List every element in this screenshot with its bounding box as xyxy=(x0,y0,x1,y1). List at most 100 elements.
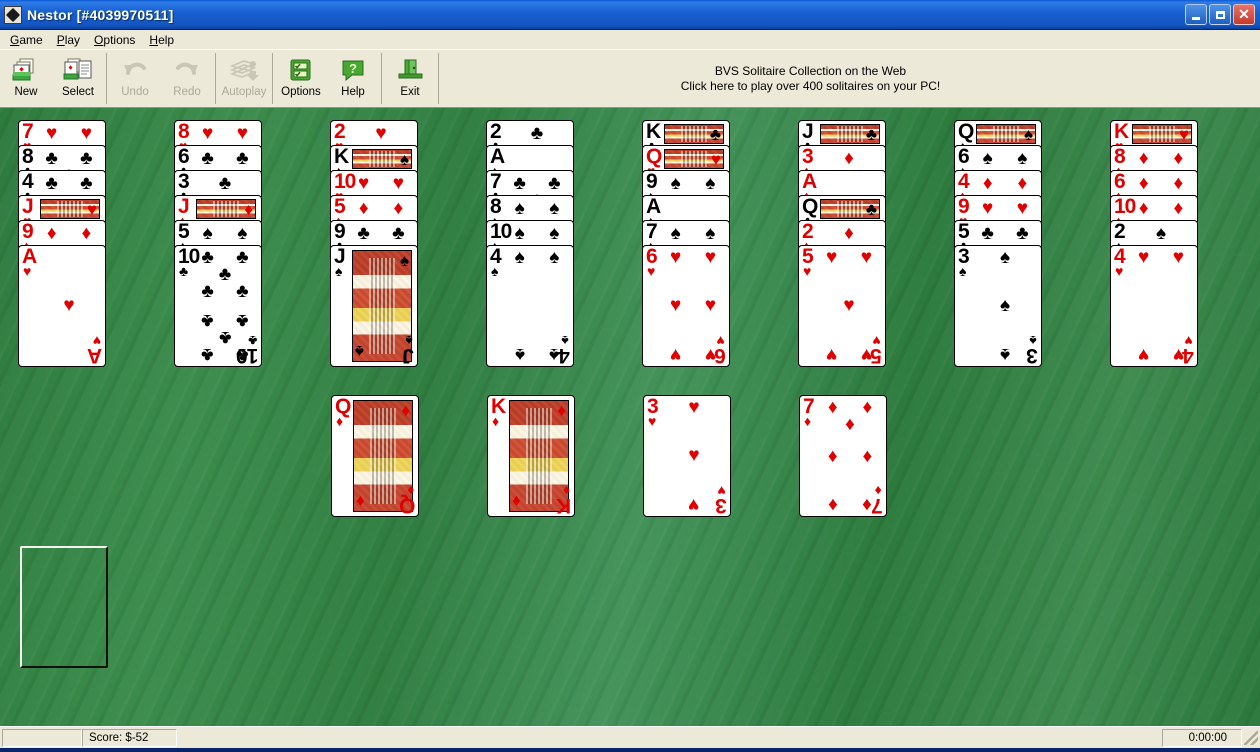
tableau-card-c8-p2[interactable]: 8♦♦♦♦ xyxy=(1110,145,1198,172)
tableau-card-c4-p1[interactable]: 2 ♣ ♣ xyxy=(486,120,574,147)
tableau-card-c2-p3[interactable]: 3 ♣ ♣ xyxy=(174,170,262,197)
tableau-card-c6-p3[interactable]: A ♦ xyxy=(798,170,886,197)
tableau-card-c1-p1[interactable]: 7♥♥♥♥ xyxy=(18,120,106,147)
card-corner-index-bottom: 5 ♥ xyxy=(871,333,882,366)
tableau-card-c3-p4[interactable]: 5 ♦ ♦ ♦ xyxy=(330,195,418,222)
free-card-3[interactable]: 3 ♥ ♥ ♥ ♥ 3 ♥ xyxy=(643,395,731,517)
tableau-card-c8-p6[interactable]: 4 ♥ ♥ ♥ ♥ ♥ 4 ♥ xyxy=(1110,245,1198,367)
minimize-button[interactable] xyxy=(1185,4,1207,25)
card-corner-index: 8 ♣ xyxy=(22,146,34,171)
tableau-card-c5-p4[interactable]: A ♠ xyxy=(642,195,730,222)
tableau-card-c8-p1[interactable]: K ♥ ♥ xyxy=(1110,120,1198,147)
toolbar-help-button[interactable]: ? Help xyxy=(327,50,379,107)
card-pips: ♠♠♠ xyxy=(511,199,563,221)
card-pip-clubs: ♣ xyxy=(236,247,249,268)
card-corner-index: 2 ♠ xyxy=(1114,221,1126,246)
card-corner-index: K ♣ xyxy=(646,121,661,146)
tableau-card-c7-p5[interactable]: 5 ♣ ♣ ♣ xyxy=(954,220,1042,247)
tableau-card-c6-p4[interactable]: Q ♣ ♣ xyxy=(798,195,886,222)
card-corner-index: 3 ♣ xyxy=(178,171,190,196)
court-card-artwork: ♣ xyxy=(664,124,724,144)
tableau-card-c6-p1[interactable]: J ♣ ♣ xyxy=(798,120,886,147)
free-card-2[interactable]: K ♦ ♦ ♦ K ♦ xyxy=(487,395,575,517)
tableau-card-c7-p4[interactable]: 9 ♥ ♥ ♥ xyxy=(954,195,1042,222)
tableau-card-c5-p1[interactable]: K ♣ ♣ xyxy=(642,120,730,147)
card-pip-diamonds: ♦ xyxy=(393,198,404,219)
card-pip-hearts: ♥ xyxy=(688,445,700,467)
toolbar-exit-button[interactable]: Exit xyxy=(384,50,436,107)
tableau-card-c5-p2[interactable]: Q ♥ ♥ xyxy=(642,145,730,172)
tableau-card-c1-p5[interactable]: 9 ♦ ♦ ♦ xyxy=(18,220,106,247)
toolbar-redo-button[interactable]: Redo xyxy=(161,50,213,107)
tableau-card-c6-p5[interactable]: 2 ♦ ♦ xyxy=(798,220,886,247)
card-corner-index: K ♥ xyxy=(1114,121,1129,146)
tableau-card-c8-p3[interactable]: 6 ♦ ♦ ♦ xyxy=(1110,170,1198,197)
tableau-card-c1-p3[interactable]: 4 ♣ ♣ ♣ xyxy=(18,170,106,197)
tableau-card-c4-p4[interactable]: 8♠♠♠♠ xyxy=(486,195,574,222)
card-pips xyxy=(667,200,719,221)
menu-play[interactable]: Play xyxy=(51,32,88,48)
web-promo-link[interactable]: BVS Solitaire Collection on the Web Clic… xyxy=(441,50,1260,107)
menu-help[interactable]: Help xyxy=(143,32,182,48)
tableau-card-c7-p6[interactable]: 3 ♠ ♠ ♠ ♠ 3 ♠ xyxy=(954,245,1042,367)
card-corner-index: 6 ♣ xyxy=(178,146,190,171)
toolbar-select-button[interactable]: Select xyxy=(52,50,104,107)
tableau-card-c7-p1[interactable]: Q ♠ ♠ xyxy=(954,120,1042,147)
toolbar-help-label: Help xyxy=(341,86,365,98)
tableau-card-c1-p6[interactable]: A ♥ ♥ A ♥ xyxy=(18,245,106,367)
tableau-card-c2-p6[interactable]: 10 ♣ ♣ ♣ ♣ ♣ ♣ ♣ ♣ ♣ ♣ ♣ 10 ♣ xyxy=(174,245,262,367)
card-corner-index-bottom: 4 ♠ xyxy=(559,333,570,366)
menu-game[interactable]: Game xyxy=(4,32,51,48)
tableau-card-c3-p3[interactable]: 10♥♥♥♥ xyxy=(330,170,418,197)
tableau-card-c3-p5[interactable]: 9 ♣ ♣ ♣ xyxy=(330,220,418,247)
menu-options[interactable]: Options xyxy=(88,32,143,48)
card-corner-index: A ♠ xyxy=(490,146,505,171)
tableau-card-c3-p2[interactable]: K ♠ ♠ xyxy=(330,145,418,172)
card-pips: ♦ ♦ xyxy=(43,223,95,246)
tableau-card-c1-p4[interactable]: J ♥ ♥ xyxy=(18,195,106,222)
tableau-card-c4-p3[interactable]: 7♣♣♣♣ xyxy=(486,170,574,197)
card-suit-icon: ♥ xyxy=(1178,125,1189,144)
card-pip-clubs: ♣ xyxy=(530,123,544,144)
tableau-card-c8-p4[interactable]: 10♦♦♦♦ xyxy=(1110,195,1198,222)
card-pip-hearts: ♥ xyxy=(80,123,92,144)
undo-arrow-icon xyxy=(121,55,149,85)
tableau-card-c5-p5[interactable]: 7♠♠♠♠ xyxy=(642,220,730,247)
game-table[interactable]: 7♥♥♥♥8♣♣♣♣4♣♣♣J♥♥9♦♦♦A♥♥A♥8♥♥♥♥6♣♣♣3♣♣J♦… xyxy=(0,108,1260,726)
window-controls: ✕ xyxy=(1185,4,1258,25)
tableau-card-c2-p5[interactable]: 5 ♠ ♠ ♠ xyxy=(174,220,262,247)
toolbar-options-button[interactable]: Options xyxy=(275,50,327,107)
resize-grip-icon[interactable] xyxy=(1244,730,1258,745)
card-pip-spades: ♠ xyxy=(549,247,560,268)
tableau-card-c5-p3[interactable]: 9 ♠ ♠ ♠ xyxy=(642,170,730,197)
tableau-card-c7-p3[interactable]: 4 ♦ ♦ ♦ xyxy=(954,170,1042,197)
toolbar-undo-button[interactable]: Undo xyxy=(109,50,161,107)
card-pip-spades: ♠ xyxy=(999,344,1011,365)
card-pip-diamonds: ♦ xyxy=(81,223,92,244)
tableau-card-c2-p2[interactable]: 6 ♣ ♣ ♣ xyxy=(174,145,262,172)
toolbar-new-button[interactable]: New xyxy=(0,50,52,107)
tableau-card-c6-p6[interactable]: 5 ♥ ♥ ♥ ♥ ♥ ♥ 5 ♥ xyxy=(798,245,886,367)
options-checklist-icon xyxy=(287,55,315,85)
card-pip-clubs: ♣ xyxy=(201,281,214,303)
tableau-card-c5-p6[interactable]: 6 ♥ ♥ ♥ ♥ ♥ ♥ ♥ 6 ♥ xyxy=(642,245,730,367)
card-pip-clubs: ♣ xyxy=(548,173,561,194)
tableau-card-c2-p4[interactable]: J ♦ ♦ xyxy=(174,195,262,222)
empty-foundation-pile[interactable] xyxy=(20,546,108,668)
tableau-card-c8-p5[interactable]: 2 ♠ ♠ xyxy=(1110,220,1198,247)
tableau-card-c6-p2[interactable]: 3 ♦ ♦ xyxy=(798,145,886,172)
tableau-card-c7-p2[interactable]: 6 ♠ ♠ ♠ xyxy=(954,145,1042,172)
toolbar-separator-1 xyxy=(106,53,107,104)
maximize-button[interactable] xyxy=(1209,4,1231,25)
close-button[interactable]: ✕ xyxy=(1233,4,1255,25)
tableau-card-c2-p1[interactable]: 8♥♥♥♥ xyxy=(174,120,262,147)
free-card-4[interactable]: 7 ♦ ♦ ♦ ♦ ♦ ♦ ♦ ♦ 7 ♦ xyxy=(799,395,887,517)
free-card-1[interactable]: Q ♦ ♦ ♦ Q ♦ xyxy=(331,395,419,517)
tableau-card-c3-p6[interactable]: J ♠ ♠ ♠ J ♠ xyxy=(330,245,418,367)
tableau-card-c4-p5[interactable]: 10♠♠♠♠ xyxy=(486,220,574,247)
tableau-card-c1-p2[interactable]: 8♣♣♣♣ xyxy=(18,145,106,172)
tableau-card-c4-p6[interactable]: 4 ♠ ♠ ♠ ♠ ♠ 4 ♠ xyxy=(486,245,574,367)
tableau-card-c4-p2[interactable]: A ♠ xyxy=(486,145,574,172)
tableau-card-c3-p1[interactable]: 2 ♥ ♥ xyxy=(330,120,418,147)
toolbar-autoplay-button[interactable]: Autoplay xyxy=(218,50,270,107)
